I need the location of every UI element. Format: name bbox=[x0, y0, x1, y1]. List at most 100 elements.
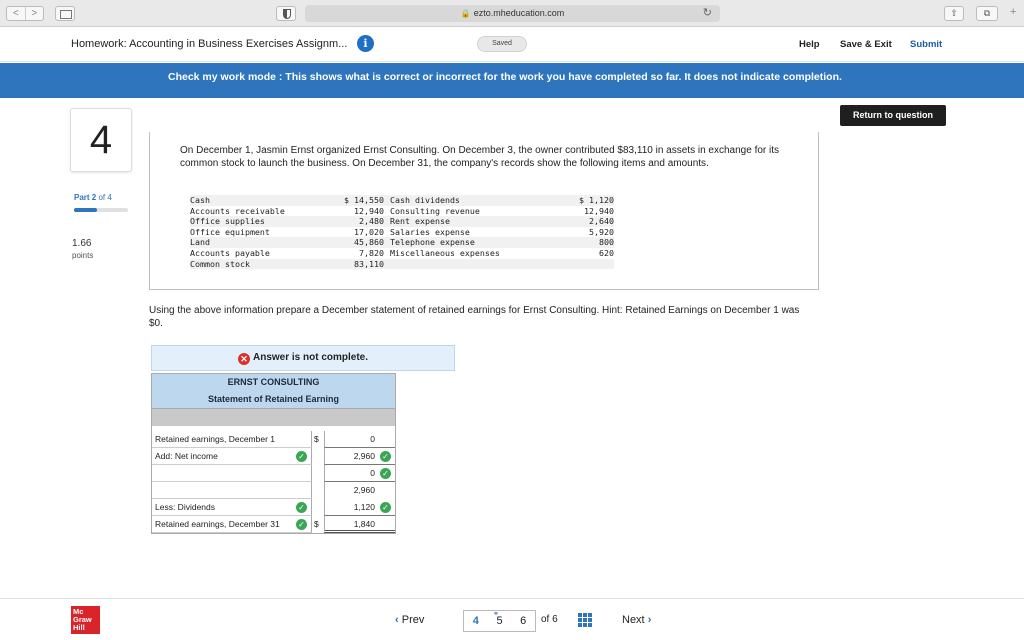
problem-text: On December 1, Jasmin Ernst organized Er… bbox=[180, 145, 780, 169]
submit-link[interactable]: Submit bbox=[910, 39, 942, 50]
ledger-account: Office supplies bbox=[190, 216, 265, 227]
ledger-row: Office supplies 2,480 Rent expense 2,640 bbox=[190, 216, 614, 227]
table-row: Add: Net income ✓ 2,960 ✓ bbox=[152, 448, 395, 465]
question-number: 4 bbox=[70, 108, 132, 172]
answer-status-text: Answer is not complete. bbox=[252, 352, 369, 363]
ledger-amount: 45,860 bbox=[354, 237, 384, 248]
ledger-row: Land 45,860 Telephone expense 800 bbox=[190, 237, 614, 248]
check-icon: ✓ bbox=[380, 451, 391, 462]
row-label[interactable]: Add: Net income ✓ bbox=[152, 448, 312, 465]
answer-status-banner: ✕ Answer is not complete. bbox=[151, 345, 455, 371]
ledger-amount: 5,920 bbox=[589, 226, 614, 237]
address-bar[interactable]: 🔒 ezto.mheducation.com ↻ bbox=[305, 5, 720, 22]
row-label[interactable] bbox=[152, 482, 312, 499]
ledger-table: Cash $ 14,550 Cash dividends $ 1,120 Account… bbox=[190, 195, 614, 270]
return-to-question-button[interactable]: Return to question bbox=[840, 105, 946, 126]
saved-status-badge: Saved bbox=[477, 36, 527, 52]
link-chain-icon: ⚭ bbox=[493, 611, 499, 618]
amount-input[interactable]: 2,960 bbox=[324, 482, 395, 499]
page-link[interactable]: 4 bbox=[464, 611, 488, 631]
help-link[interactable]: Help bbox=[799, 39, 820, 50]
ledger-amount: 12,940 bbox=[584, 205, 614, 216]
sidebar-toggle-icon[interactable] bbox=[55, 6, 75, 21]
forward-button[interactable]: > bbox=[24, 7, 44, 20]
grid-view-icon[interactable] bbox=[578, 613, 592, 627]
amount-input[interactable]: 0 bbox=[324, 431, 395, 448]
row-label[interactable]: Retained earnings, December 31 ✓ bbox=[152, 516, 312, 533]
ledger-row: Cash $ 14,550 Cash dividends $ 1,120 bbox=[190, 195, 614, 206]
page-selector: 4 5 6 ⚭ bbox=[463, 610, 536, 632]
check-icon: ✓ bbox=[296, 451, 307, 462]
banner-text: Check my work mode : This shows what is … bbox=[168, 71, 842, 83]
new-tab-icon[interactable]: + bbox=[1010, 6, 1016, 18]
page-total: of 6 bbox=[541, 614, 558, 625]
amount-value: 2,960 bbox=[353, 451, 375, 461]
tabs-overview-icon[interactable]: ⧉ bbox=[976, 6, 998, 21]
currency-symbol bbox=[312, 448, 324, 465]
next-label: Next bbox=[622, 614, 645, 626]
prev-button[interactable]: ‹ Prev bbox=[395, 614, 424, 626]
currency-symbol: $ bbox=[314, 519, 319, 529]
ledger-amount: 2,480 bbox=[359, 216, 384, 227]
retained-earnings-statement: ERNST CONSULTING Statement of Retained E… bbox=[151, 373, 396, 534]
check-icon: ✓ bbox=[380, 468, 391, 479]
row-label-text: Add: Net income bbox=[155, 451, 218, 461]
page-link-current[interactable]: 5 bbox=[488, 611, 512, 631]
row-label[interactable]: Less: Dividends ✓ bbox=[152, 499, 312, 516]
part-indicator: Part 2 of 4 bbox=[74, 193, 112, 202]
ledger-amount: 83,110 bbox=[354, 258, 384, 269]
row-label[interactable] bbox=[152, 465, 312, 482]
row-label[interactable]: Retained earnings, December 1 bbox=[152, 431, 312, 448]
statement-title: Statement of Retained Earning bbox=[152, 391, 395, 408]
back-button[interactable]: < bbox=[7, 7, 25, 20]
amount-input[interactable]: 2,960 ✓ bbox=[324, 448, 395, 465]
ledger-row: Common stock 83,110 bbox=[190, 258, 614, 270]
table-row: 0 ✓ bbox=[152, 465, 395, 482]
row-label-text: Retained earnings, December 31 bbox=[155, 519, 280, 529]
points-value: 1.66 bbox=[72, 238, 92, 249]
ledger-account: Accounts payable bbox=[190, 247, 270, 258]
amount-value: 0 bbox=[370, 468, 375, 478]
next-button[interactable]: Next › bbox=[622, 614, 651, 626]
reload-icon[interactable]: ↻ bbox=[703, 5, 712, 22]
share-icon[interactable]: ⇧ bbox=[944, 6, 964, 21]
page-link[interactable]: 6 bbox=[511, 611, 535, 631]
currency-symbol bbox=[312, 465, 324, 482]
company-name: ERNST CONSULTING bbox=[152, 374, 395, 391]
table-row: 2,960 bbox=[152, 482, 395, 499]
ledger-amount: 800 bbox=[599, 237, 614, 248]
ledger-account: Salaries expense bbox=[390, 226, 470, 237]
save-exit-link[interactable]: Save & Exit bbox=[840, 39, 892, 50]
ledger-account: Consulting revenue bbox=[390, 205, 480, 216]
table-row: Retained earnings, December 1 $ 0 bbox=[152, 431, 395, 448]
ledger-account: Accounts receivable bbox=[190, 205, 285, 216]
part-label: Part 2 bbox=[74, 193, 97, 202]
amount-value: 0 bbox=[370, 434, 375, 444]
ledger-account: Telephone expense bbox=[390, 237, 475, 248]
table-row: Less: Dividends ✓ 1,120 ✓ bbox=[152, 499, 395, 516]
amount-value: 1,840 bbox=[353, 519, 375, 529]
points-label: points bbox=[72, 251, 94, 260]
chevron-right-icon: › bbox=[647, 614, 652, 626]
ledger-row: Accounts receivable 12,940 Consulting reve… bbox=[190, 206, 614, 217]
part-progress-fill bbox=[74, 208, 97, 212]
error-x-icon: ✕ bbox=[237, 353, 250, 365]
amount-value: 2,960 bbox=[353, 485, 375, 495]
amount-input[interactable]: 1,840 bbox=[324, 516, 395, 533]
ledger-account: Miscellaneous expenses bbox=[390, 247, 500, 258]
ledger-row: Accounts payable 7,820 Miscellaneous expen… bbox=[190, 248, 614, 259]
ledger-amount: $ 1,120 bbox=[579, 195, 614, 205]
info-icon[interactable]: i bbox=[357, 35, 374, 52]
check-icon: ✓ bbox=[296, 502, 307, 513]
row-label-text: Less: Dividends bbox=[155, 502, 216, 512]
amount-input[interactable]: 1,120 ✓ bbox=[324, 499, 395, 516]
history-nav: < > bbox=[6, 6, 44, 21]
privacy-shield-icon[interactable] bbox=[276, 6, 296, 21]
ledger-amount: 17,020 bbox=[354, 226, 384, 237]
ledger-account: Rent expense bbox=[390, 216, 450, 227]
amount-input[interactable]: 0 ✓ bbox=[324, 465, 395, 482]
ledger-account: Land bbox=[190, 237, 210, 248]
check-icon: ✓ bbox=[296, 519, 307, 530]
part-of-label: of 4 bbox=[98, 193, 112, 202]
footer-nav: Mc Graw Hill ‹ Prev 4 5 6 ⚭ of 6 Next › bbox=[0, 598, 1024, 640]
